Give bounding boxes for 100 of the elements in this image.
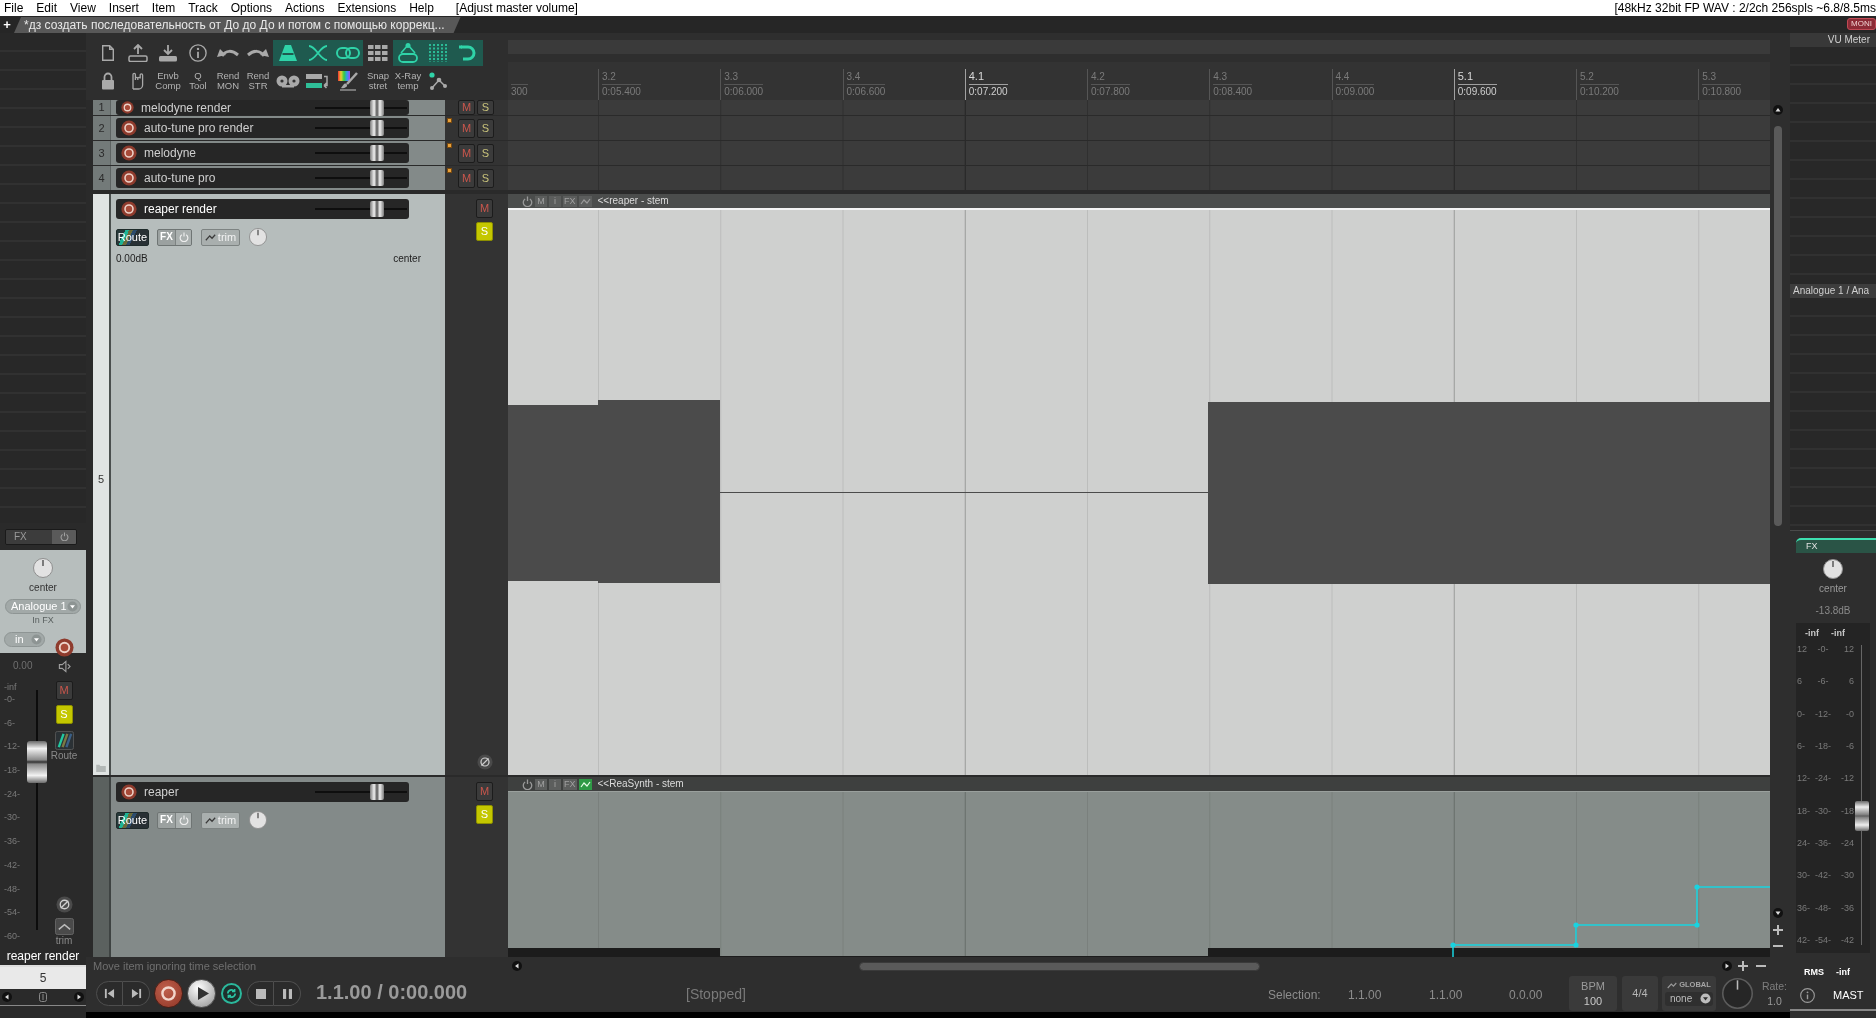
solo-button[interactable]: S [477,143,494,163]
envelope-toggle-icon[interactable] [578,778,592,790]
track-panel[interactable]: melodyne render [111,100,445,115]
record-arm-button[interactable] [121,784,137,800]
menu-item[interactable]: Options [230,2,273,14]
pause-button[interactable] [274,981,301,1006]
volume-fader[interactable] [26,690,48,930]
volume-fader[interactable] [315,170,407,186]
record-arm-button[interactable] [121,201,137,217]
scroll-left-icon[interactable] [512,961,522,971]
time-display[interactable]: 1.1.00 / 0:00.000 [316,980,468,1003]
toolbar-button[interactable] [393,40,423,66]
menu-item[interactable]: Help [409,2,434,14]
menu-item[interactable]: File [4,2,24,14]
volume-fader[interactable] [315,100,407,116]
info-icon[interactable] [1800,987,1815,1003]
scroll-up-icon[interactable] [1772,105,1783,115]
menu-item[interactable]: Actions [285,2,325,14]
toolbar-button[interactable]: Rend MON [213,68,243,94]
tempo-box[interactable]: BPM 100 [1569,976,1617,1011]
menu-item[interactable]: Edit [36,2,58,14]
selection-value[interactable]: 0.0.00 [1509,987,1543,1002]
scroll-right-icon[interactable] [74,992,84,1002]
solo-button[interactable]: S [477,100,494,115]
scroll-left-icon[interactable] [2,992,12,1002]
toolbar-button[interactable]: Snap stret [363,68,393,94]
scroll-down-icon[interactable] [1772,908,1783,918]
selection-value[interactable]: 1.1.00 [1429,987,1463,1002]
track-name[interactable]: reaper render [6,950,80,962]
play-button[interactable] [187,979,216,1008]
toolbar-button[interactable] [453,40,483,66]
track-name[interactable]: MAST [1833,989,1864,1001]
new-tab-button[interactable]: + [0,17,14,33]
fx-button[interactable]: FX [5,528,77,545]
fader-thumb[interactable] [369,100,384,116]
bpm-value[interactable]: 100 [1583,995,1603,1007]
scroll-handle-icon[interactable] [39,992,47,1002]
fader-thumb[interactable] [1855,801,1869,831]
track-panel[interactable]: melodyne [111,141,445,165]
track-name[interactable]: reaper [144,786,179,798]
volume-fader[interactable] [315,120,407,136]
solo-button[interactable]: S [477,118,494,138]
track-name[interactable]: melodyne [144,147,197,159]
record-arm-button[interactable] [121,120,137,136]
zoom-in-icon[interactable] [1738,961,1748,971]
track-panel[interactable]: auto-tune pro [111,166,445,190]
media-item[interactable] [508,791,1770,957]
toolbar-button[interactable]: X-Ray temp [393,68,423,94]
vertical-scrollbar[interactable] [1773,126,1782,526]
scroll-right-icon[interactable] [1722,961,1732,971]
fx-button[interactable]: FX [1796,538,1876,553]
volume-fader[interactable] [315,201,407,217]
record-arm-button[interactable] [121,170,137,186]
record-arm-button[interactable] [121,145,137,161]
volume-fader[interactable] [315,784,407,800]
horizontal-scrollbar[interactable] [859,961,1260,971]
solo-button[interactable]: S [477,168,494,188]
track-name[interactable]: reaper render [144,203,217,215]
zoom-in-icon[interactable] [1772,925,1783,935]
track-name[interactable]: auto-tune pro [144,172,216,184]
fader-thumb[interactable] [369,170,384,186]
fader-thumb[interactable] [369,784,384,800]
menu-item[interactable]: Extensions [337,2,397,14]
record-arm-button[interactable] [55,638,74,657]
go-to-end-button[interactable] [123,981,150,1006]
fader-thumb[interactable] [369,201,384,217]
pan-knob[interactable] [1823,559,1843,579]
phase-icon[interactable] [477,754,493,770]
project-tab[interactable]: *дз создать последовательность от До до До и потом с помощью коррекц... [14,17,461,33]
toolbar-button[interactable]: Q Tool [183,68,213,94]
toolbar-button[interactable]: Rend STR [243,68,273,94]
phase-icon[interactable] [55,896,73,913]
volume-fader[interactable] [315,145,407,161]
envelope-toggle-icon[interactable] [578,195,592,207]
menu-item[interactable]: Item [151,2,176,14]
fader-thumb[interactable] [369,120,384,136]
timeline-ruler[interactable]: 300 3.2 0:05.400 3.3 0:06.000 3.4 0:06.600 4.1 0:07.200 4.2 0:07.800 4.3 0:08.400 4.4 0:09.000 5.1 0:09.600 5.2 0:10.200 5.3 0:10.800 [508,62,1770,100]
automation-mode-dropdown[interactable]: none [1665,991,1713,1006]
fader-thumb[interactable] [369,145,384,161]
go-to-start-button[interactable] [96,981,123,1006]
record-button[interactable] [154,979,183,1008]
toolbar-button[interactable] [333,40,363,66]
menu-item[interactable]: Insert [108,2,139,14]
record-arm-button[interactable] [121,101,134,114]
route-button[interactable]: Route [50,731,78,761]
volume-fader[interactable] [1854,645,1870,945]
track-name[interactable]: melodyne render [141,101,232,114]
trim-button[interactable]: trim [54,918,74,946]
toolbar-button[interactable]: Envb Comp [153,68,183,94]
selection-value[interactable]: 1.1.00 [1348,987,1382,1002]
menu-item[interactable]: View [70,2,96,14]
repeat-button[interactable] [221,983,242,1004]
monitoring-badge[interactable]: MONI [1847,18,1876,30]
menu-item[interactable]: Track [188,2,218,14]
track-name[interactable]: auto-tune pro render [144,122,254,134]
track-panel[interactable]: auto-tune pro render [111,116,445,140]
toolbar-button[interactable] [273,40,303,66]
fader-thumb[interactable] [27,741,47,783]
time-signature-button[interactable]: 4/4 [1622,976,1658,1011]
rate-value[interactable]: 1.0 [1767,996,1782,1007]
